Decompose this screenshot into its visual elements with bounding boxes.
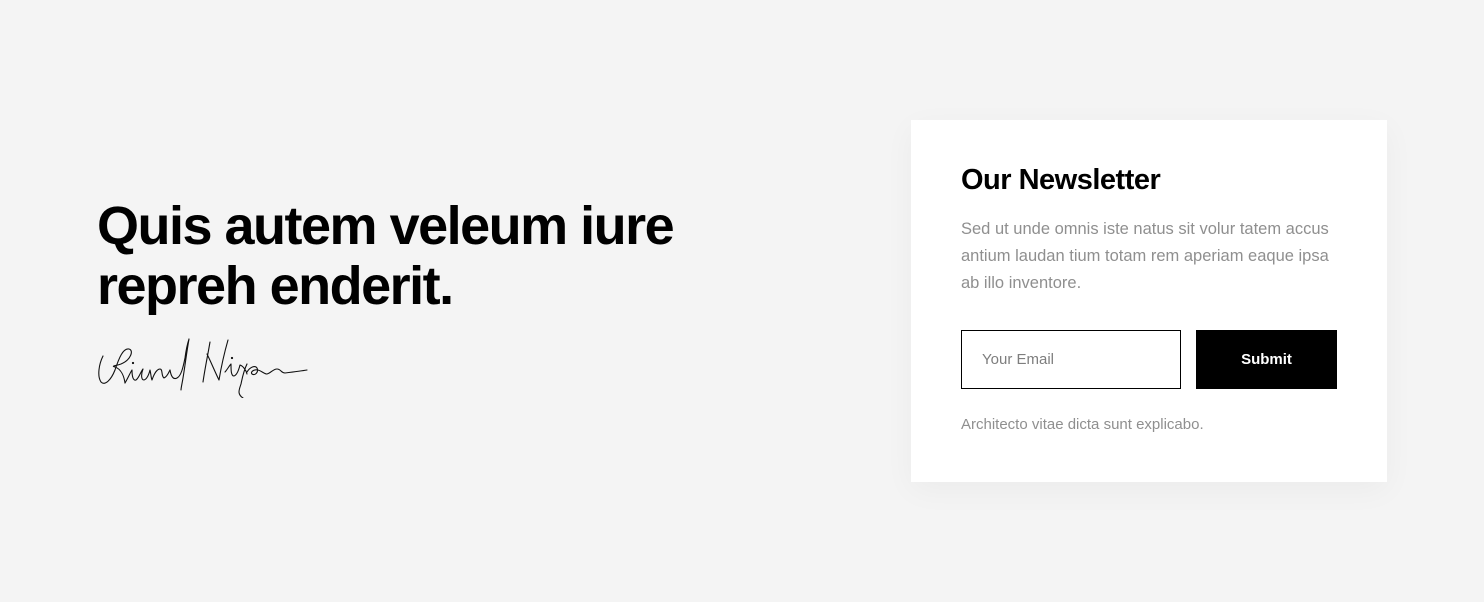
newsletter-title: Our Newsletter [961, 164, 1161, 196]
newsletter-note: Architecto vitae dicta sunt explicabo. [961, 416, 1204, 433]
newsletter-section: Quis autem veleum iure repreh enderit. O… [0, 0, 1484, 602]
hero-headline-line1: Quis autem veleum iure [97, 196, 675, 256]
hero-headline-line2: repreh enderit. [97, 256, 454, 316]
email-input[interactable] [961, 330, 1181, 389]
newsletter-description: Sed ut unde omnis iste natus sit volur t… [961, 220, 1329, 292]
signature-icon [98, 338, 308, 398]
newsletter-card: Our Newsletter Sed ut unde omnis iste na… [911, 120, 1387, 482]
hero-block: Quis autem veleum iure repreh enderit. [97, 196, 737, 398]
submit-button[interactable]: Submit [1196, 330, 1337, 389]
hero-headline: Quis autem veleum iure repreh enderit. [97, 196, 737, 316]
